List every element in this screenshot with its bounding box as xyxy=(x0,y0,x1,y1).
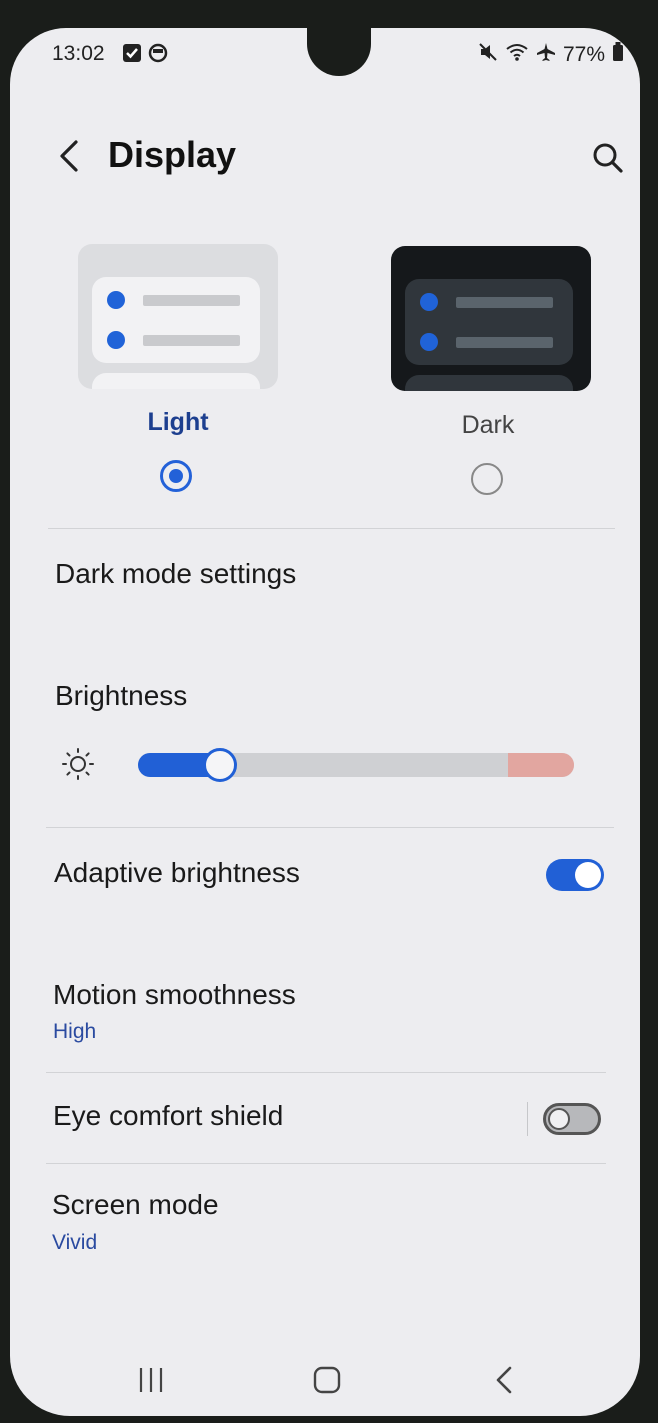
light-theme-radio[interactable] xyxy=(160,460,192,492)
eye-comfort-shield-toggle[interactable] xyxy=(543,1103,601,1135)
preview-panel xyxy=(92,373,260,389)
dark-theme-radio[interactable] xyxy=(471,463,503,495)
preview-panel xyxy=(405,279,573,365)
checkbox-notification-icon xyxy=(122,43,142,68)
preview-line xyxy=(143,335,240,346)
preview-line xyxy=(143,295,240,306)
toggle-knob xyxy=(548,1108,570,1130)
preview-dot xyxy=(107,291,125,309)
search-icon xyxy=(593,143,623,173)
home-button[interactable] xyxy=(307,1360,347,1400)
navigation-bar xyxy=(10,1348,640,1408)
adaptive-brightness-label[interactable]: Adaptive brightness xyxy=(54,857,300,889)
light-theme-preview[interactable] xyxy=(78,244,278,389)
divider xyxy=(46,1163,606,1164)
status-bar: 13:02 77% xyxy=(10,28,640,78)
light-theme-label[interactable]: Light xyxy=(78,408,278,437)
recents-button[interactable] xyxy=(131,1360,171,1400)
preview-line xyxy=(456,337,553,348)
dark-theme-preview[interactable] xyxy=(391,246,591,391)
status-right-group: 77% xyxy=(478,42,624,68)
search-button[interactable] xyxy=(590,140,626,176)
page-title: Display xyxy=(108,134,237,175)
battery-text: 77% xyxy=(562,43,605,66)
wifi-icon xyxy=(505,42,529,68)
back-chevron-icon xyxy=(60,140,78,172)
screen-mode-value: Vivid xyxy=(52,1231,98,1254)
airplane-icon xyxy=(536,42,556,68)
adaptive-brightness-toggle[interactable] xyxy=(546,859,604,891)
preview-dot xyxy=(107,331,125,349)
brightness-slider[interactable] xyxy=(138,748,574,782)
phone-screen: 13:02 77% Display Light Dark Dark mode s… xyxy=(10,28,640,1416)
brightness-label: Brightness xyxy=(55,680,188,711)
back-icon xyxy=(496,1366,512,1394)
preview-line xyxy=(456,297,553,308)
preview-dot xyxy=(420,293,438,311)
dark-theme-label[interactable]: Dark xyxy=(388,411,588,440)
recents-icon xyxy=(139,1368,163,1392)
battery-icon xyxy=(612,42,624,68)
divider xyxy=(46,827,614,828)
mute-icon xyxy=(478,42,498,68)
preview-dot xyxy=(420,333,438,351)
eye-comfort-shield-label[interactable]: Eye comfort shield xyxy=(53,1100,283,1132)
dark-mode-settings-item[interactable]: Dark mode settings xyxy=(55,558,296,590)
preview-panel xyxy=(92,277,260,363)
motion-smoothness-value: High xyxy=(53,1020,97,1043)
sync-notification-icon xyxy=(148,43,168,68)
status-time: 13:02 xyxy=(52,42,105,65)
screen-mode-item[interactable]: Screen mode xyxy=(52,1189,219,1221)
app-header: Display xyxy=(10,126,640,196)
divider xyxy=(48,528,615,529)
divider xyxy=(46,1072,606,1073)
back-button[interactable] xyxy=(50,136,86,176)
motion-smoothness-item[interactable]: Motion smoothness xyxy=(53,979,296,1011)
vertical-separator xyxy=(527,1102,528,1136)
nav-back-button[interactable] xyxy=(485,1360,525,1400)
sun-icon xyxy=(60,746,96,782)
preview-panel xyxy=(405,375,573,391)
home-icon xyxy=(313,1366,341,1394)
slider-thumb[interactable] xyxy=(202,748,237,782)
slider-high-zone xyxy=(508,753,574,777)
toggle-knob xyxy=(575,862,601,888)
